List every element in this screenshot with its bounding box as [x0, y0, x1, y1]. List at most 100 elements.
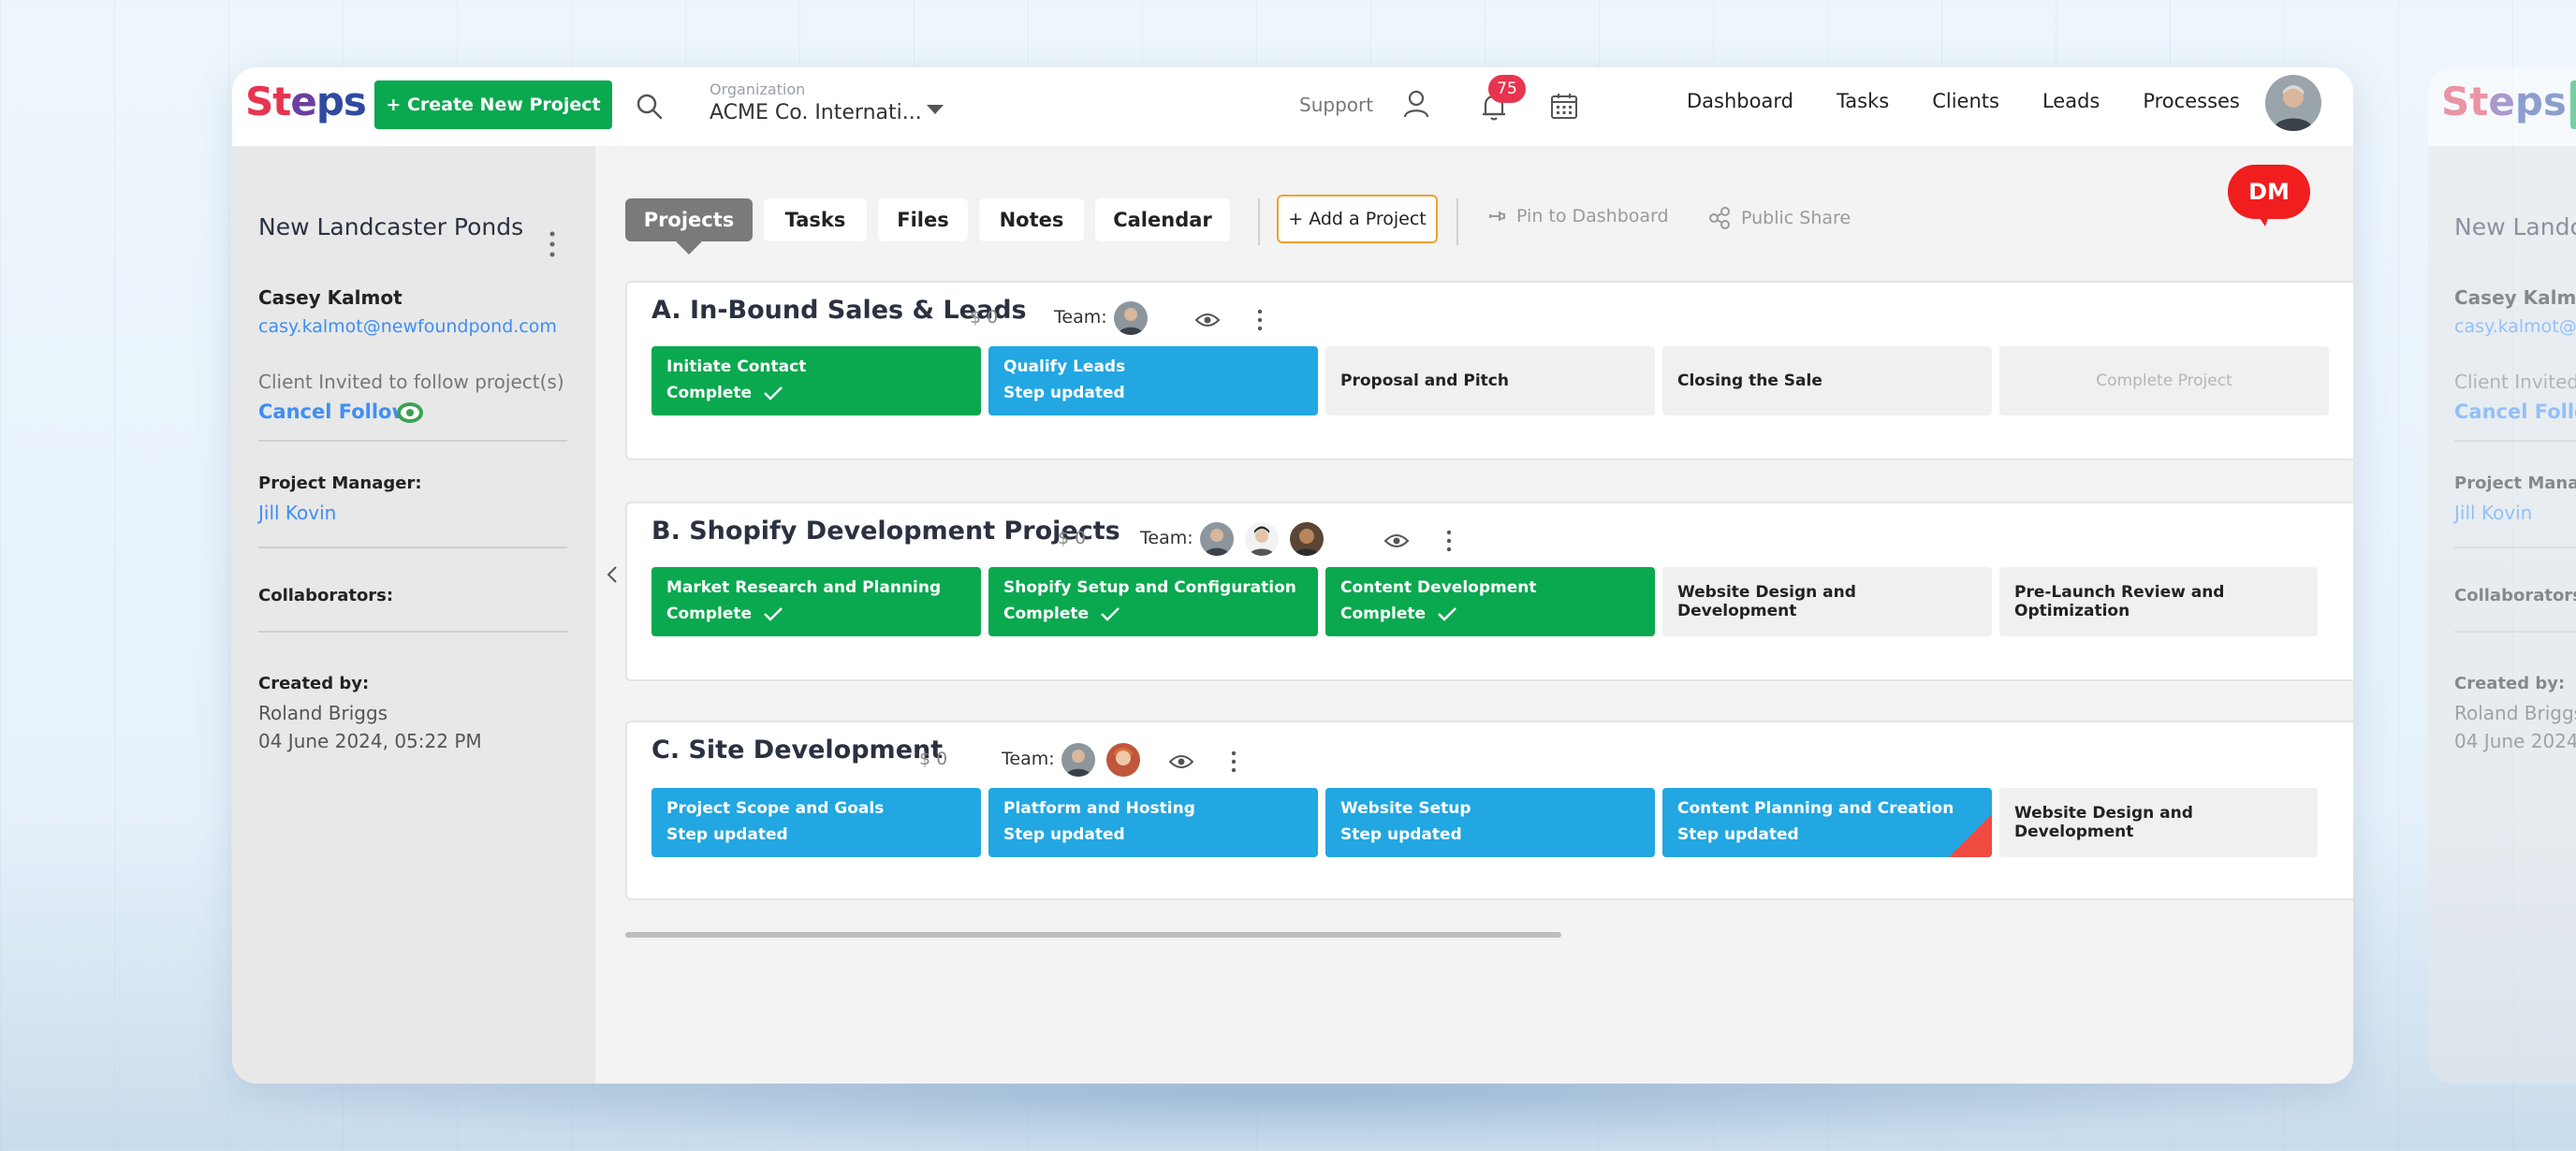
tab-tasks[interactable]: Tasks [764, 198, 867, 241]
ghost-cancel-follow: Cancel Follow [2454, 401, 2576, 423]
team-label: Team: [1054, 307, 1107, 328]
app-window: Steps + Create New Project Organization … [232, 67, 2353, 1084]
divider [258, 546, 567, 548]
step-card[interactable]: Website Design and Development [1999, 788, 2318, 857]
user-avatar[interactable] [2265, 75, 2321, 131]
eye-icon[interactable] [1383, 532, 1410, 550]
nav-processes[interactable]: Processes [2143, 90, 2240, 112]
step-name: Proposal and Pitch [1340, 372, 1509, 390]
step-card[interactable]: Qualify Leads Step updated [988, 346, 1318, 415]
organization-select[interactable]: ACME Co. Internati... [710, 101, 922, 124]
steps-logo[interactable]: Steps [245, 79, 367, 124]
ghost-invited: Client Invited t [2454, 371, 2576, 393]
search-icon[interactable] [633, 90, 666, 124]
pin-label: Pin to Dashboard [1516, 206, 1669, 226]
step-card[interactable]: Pre-Launch Review and Optimization [1999, 567, 2318, 636]
eye-icon[interactable] [395, 401, 425, 425]
tab-calendar[interactable]: Calendar [1095, 198, 1230, 241]
check-icon [1438, 607, 1456, 621]
pin-to-dashboard-button[interactable]: Pin to Dashboard [1486, 206, 1669, 226]
step-name: Pre-Launch Review and Optimization [2014, 583, 2225, 620]
project-card: C. Site Development $ 0 Team: Project Sc… [625, 721, 2353, 900]
divider [2454, 631, 2576, 633]
project-manager-link[interactable]: Jill Kovin [258, 502, 336, 524]
team-avatar[interactable] [1106, 743, 1140, 777]
logo-part: St [2441, 79, 2489, 124]
project-title: New Landcaster Ponds [258, 213, 524, 240]
team-avatar[interactable] [1245, 522, 1279, 556]
step-card[interactable]: Proposal and Pitch [1325, 346, 1655, 415]
divider [2454, 546, 2576, 548]
chevron-down-icon[interactable] [927, 105, 944, 114]
cancel-follow-link[interactable]: Cancel Follow [258, 401, 410, 423]
step-card[interactable]: Website Setup Step updated [1325, 788, 1655, 857]
main-nav: Dashboard Tasks Clients Leads Processes [1687, 90, 2283, 112]
step-name: Project Scope and Goals [666, 799, 885, 818]
logo-part: e [290, 79, 316, 124]
ghost-top-bar: Steps [2428, 67, 2576, 146]
support-link[interactable]: Support [1299, 94, 1373, 116]
step-card[interactable]: Content Planning and Creation Step updat… [1662, 788, 1992, 857]
created-by-label: Created by: [258, 674, 370, 693]
step-card[interactable]: Website Design and Development [1662, 567, 1992, 636]
nav-leads[interactable]: Leads [2042, 90, 2100, 112]
step-card[interactable]: Shopify Setup and Configuration Complete [988, 567, 1318, 636]
kebab-menu-icon[interactable] [1445, 530, 1453, 552]
user-icon[interactable] [1400, 88, 1432, 120]
ghost-created-at: 04 June 2024, [2454, 730, 2576, 752]
share-icon [1709, 207, 1730, 229]
tab-files[interactable]: Files [878, 198, 968, 241]
eye-icon[interactable] [1194, 311, 1221, 329]
step-name: Complete Project [2096, 372, 2232, 390]
step-card[interactable]: Project Scope and Goals Step updated [651, 788, 981, 857]
step-status: Complete [1340, 605, 1427, 623]
client-email-link[interactable]: casy.kalmot@newfoundpond.com [258, 316, 557, 337]
logo-part: e [2488, 79, 2515, 124]
kebab-menu-icon[interactable] [549, 230, 556, 258]
step-card[interactable]: Market Research and Planning Complete [651, 567, 981, 636]
kebab-menu-icon[interactable] [1256, 309, 1264, 331]
add-project-button[interactable]: + Add a Project [1277, 195, 1438, 243]
tab-projects[interactable]: Projects [625, 198, 753, 241]
tab-notes[interactable]: Notes [979, 198, 1084, 241]
nav-clients[interactable]: Clients [1932, 90, 1999, 112]
project-card-title[interactable]: C. Site Development [651, 736, 943, 765]
horizontal-scrollbar[interactable] [625, 932, 1561, 938]
ghost-client-email: casy.kalmot@n [2454, 316, 2576, 337]
step-card[interactable]: Closing the Sale [1662, 346, 1992, 415]
chevron-left-icon[interactable] [605, 563, 620, 586]
toolbar-divider [1456, 198, 1458, 245]
team-avatar[interactable] [1061, 743, 1095, 777]
step-name: Initiate Contact [666, 357, 807, 376]
logo-part: ps [315, 79, 367, 124]
divider [258, 631, 567, 633]
nav-tasks[interactable]: Tasks [1837, 90, 1889, 112]
step-card[interactable]: Content Development Complete [1325, 567, 1655, 636]
kebab-menu-icon[interactable] [1230, 750, 1237, 773]
step-card[interactable]: Initiate Contact Complete [651, 346, 981, 415]
team-avatar[interactable] [1200, 522, 1234, 556]
step-name: Website Design and Development [2014, 804, 2193, 841]
nav-dashboard[interactable]: Dashboard [1687, 90, 1793, 112]
step-status: Step updated [666, 825, 788, 844]
step-status: Complete [666, 384, 753, 402]
client-name: Casey Kalmot [258, 286, 402, 309]
created-by-name: Roland Briggs [258, 702, 388, 724]
logo-part: ps [2514, 79, 2567, 124]
step-name: Market Research and Planning [666, 578, 942, 597]
step-card[interactable]: Platform and Hosting Step updated [988, 788, 1318, 857]
team-avatar[interactable] [1114, 301, 1148, 335]
eye-icon[interactable] [1168, 752, 1194, 771]
project-amount: $ 0 [970, 307, 999, 328]
ghost-client-name: Casey Kalmot [2454, 286, 2576, 309]
notification-badge[interactable]: 75 [1488, 75, 1526, 103]
complete-project-step[interactable]: Complete Project [1999, 346, 2329, 415]
calendar-icon[interactable] [1548, 90, 1580, 122]
project-card-title[interactable]: B. Shopify Development Projects [651, 517, 1120, 546]
public-share-button[interactable]: Public Share [1707, 206, 1851, 230]
create-new-project-button[interactable]: + Create New Project [374, 80, 612, 129]
ghost-sidebar: New Landc Casey Kalmot casy.kalmot@n Cli… [2428, 146, 2576, 1084]
share-label: Public Share [1741, 208, 1852, 228]
ghost-created-label: Created by: [2454, 674, 2566, 693]
team-avatar[interactable] [1290, 522, 1324, 556]
